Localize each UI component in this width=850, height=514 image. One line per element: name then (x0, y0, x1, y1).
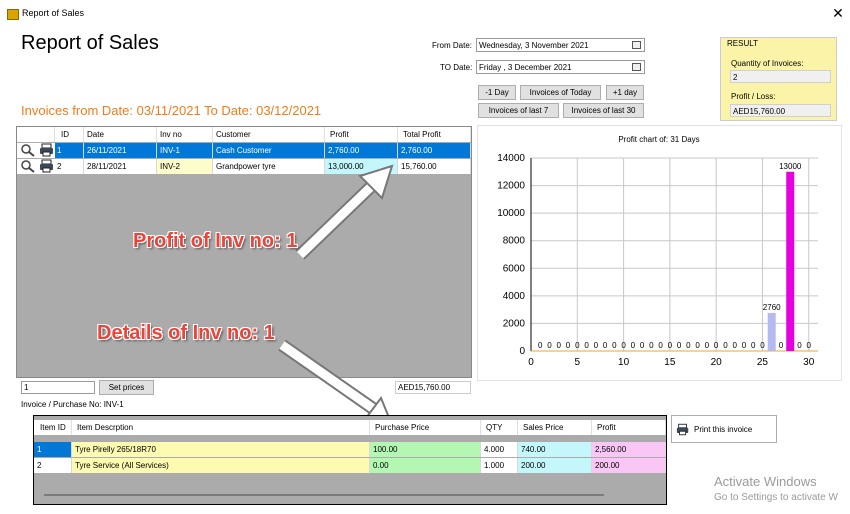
column-header-qty[interactable]: QTY (481, 420, 518, 435)
cell-sales-price[interactable]: 740.00 (518, 442, 592, 457)
set-prices-button[interactable]: Set prices (99, 380, 154, 395)
cell-sales-price[interactable]: 200.00 (518, 458, 592, 473)
table-row[interactable]: 2 Tyre Service (All Services) 0.00 1.000… (34, 458, 666, 473)
invoice-id-input[interactable]: 1 (21, 381, 95, 394)
cell-qty[interactable]: 1.000 (481, 458, 518, 473)
cell-item-id[interactable]: 2 (34, 458, 72, 473)
invoice-number-label: Invoice / Purchase No: INV-1 (21, 400, 124, 409)
horizontal-scrollbar[interactable] (44, 494, 604, 496)
cell-description[interactable]: Tyre Pirelly 265/18R70 (72, 442, 370, 457)
cell-purchase-price[interactable]: 0.00 (370, 458, 481, 473)
printer-icon (676, 423, 689, 436)
annotation-profit: Profit of Inv no: 1 (133, 230, 298, 252)
table-row[interactable]: 1 Tyre Pirelly 265/18R70 100.00 4.000 74… (34, 442, 666, 457)
annotation-details: Details of Inv no: 1 (97, 322, 275, 344)
arrow-to-profit (295, 164, 394, 260)
cell-profit[interactable]: 2,560.00 (592, 442, 666, 457)
watermark-title: Activate Windows (714, 474, 817, 489)
column-header-item-id[interactable]: Item ID (34, 420, 72, 435)
watermark-subtitle: Go to Settings to activate W (714, 492, 838, 503)
total-profit-field: AED15,760.00 (395, 381, 471, 394)
arrow-to-details (278, 339, 394, 427)
cell-qty[interactable]: 4.000 (481, 442, 518, 457)
print-invoice-button[interactable]: Print this invoice (671, 415, 777, 443)
cell-item-id[interactable]: 1 (34, 442, 72, 457)
column-header-profit[interactable]: Profit (592, 420, 666, 435)
invoice-details-grid[interactable]: Item ID Item Descrption Purchase Price Q… (33, 415, 667, 505)
details-header-row: Item ID Item Descrption Purchase Price Q… (34, 420, 666, 435)
column-header-purchase-price[interactable]: Purchase Price (370, 420, 481, 435)
column-header-sales-price[interactable]: Sales Price (518, 420, 592, 435)
cell-profit[interactable]: 200.00 (592, 458, 666, 473)
cell-purchase-price[interactable]: 100.00 (370, 442, 481, 457)
column-header-description[interactable]: Item Descrption (72, 420, 370, 435)
cell-description[interactable]: Tyre Service (All Services) (72, 458, 370, 473)
print-invoice-label: Print this invoice (694, 425, 753, 434)
